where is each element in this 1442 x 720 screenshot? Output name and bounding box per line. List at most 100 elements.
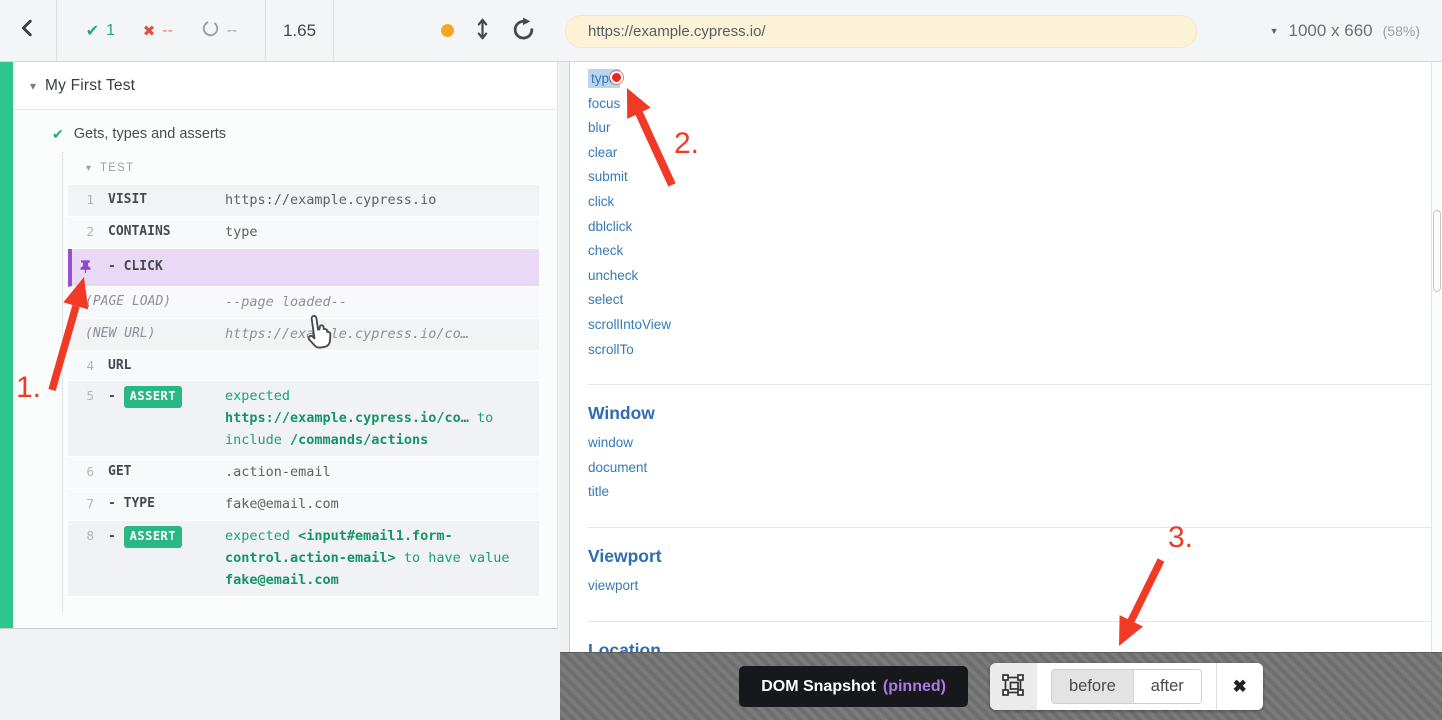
command-row[interactable]: 7 - TYPE fake@email.com: [68, 489, 539, 521]
command-number: 6: [78, 462, 94, 481]
viewport-size-selector[interactable]: ▼ 1000 x 660 (58%): [1270, 0, 1420, 61]
aut-link-text: submit: [588, 169, 628, 184]
command-method: - TYPE: [108, 494, 225, 513]
aut-link-text: select: [588, 292, 623, 307]
aut-link[interactable]: type: [588, 67, 1431, 92]
aut-link-text: title: [588, 484, 609, 499]
highlight-region-icon: [1001, 673, 1025, 700]
close-snapshot-button[interactable]: ✖: [1217, 663, 1263, 710]
aut-link-text: scrollIntoView: [588, 317, 671, 332]
aut-link[interactable]: submit: [588, 165, 1431, 190]
aut-link-text: viewport: [588, 578, 638, 593]
command-number: 7: [78, 494, 94, 513]
panel-divider[interactable]: [560, 62, 570, 720]
before-button[interactable]: before: [1052, 670, 1133, 703]
command-row[interactable]: 1 VISIT https://example.cypress.io: [68, 185, 539, 217]
reload-button[interactable]: [511, 17, 536, 45]
x-icon: ✖: [143, 22, 156, 40]
back-button[interactable]: [0, 0, 57, 61]
command-number: 4: [78, 356, 94, 375]
command-method: - ASSERT: [108, 526, 225, 548]
aut-link[interactable]: dblclick: [588, 215, 1431, 240]
snapshot-toggle-group: before after ✖: [990, 663, 1263, 710]
command-log: 1 VISIT https://example.cypress.io 2 CON…: [68, 185, 539, 597]
stat-failed: ✖ --: [143, 22, 173, 40]
aut-link[interactable]: window: [588, 431, 1431, 456]
assert-badge: ASSERT: [124, 386, 182, 408]
aut-link[interactable]: viewport: [588, 574, 1431, 599]
suite-body: ✔ Gets, types and asserts ▾ TEST 1 VISIT…: [13, 110, 557, 629]
command-method: (NEW URL): [85, 324, 225, 343]
url-bar[interactable]: https://example.cypress.io/: [565, 15, 1197, 48]
reporter-panel: ▾ My First Test ✔ Gets, types and assert…: [0, 62, 560, 720]
caret-down-icon: ▾: [86, 163, 91, 174]
command-row[interactable]: 2 CONTAINS type: [68, 217, 539, 249]
command-message: .action-email: [225, 461, 531, 483]
command-method: (PAGE LOAD): [85, 292, 225, 311]
aut-link-text: scrollTo: [588, 342, 634, 357]
dropdown-caret-icon: ▼: [1270, 26, 1279, 36]
command-row[interactable]: 6 GET .action-email: [68, 457, 539, 489]
aut-link-text: dblclick: [588, 219, 632, 234]
scrollbar-thumb[interactable]: [1433, 210, 1441, 292]
aut-link[interactable]: click: [588, 190, 1431, 215]
section-label: TEST: [100, 162, 134, 174]
suite-header[interactable]: ▾ My First Test: [13, 62, 557, 110]
command-row[interactable]: (NEW URL) https://example.cypress.io/co…: [68, 319, 539, 351]
aut-link[interactable]: clear: [588, 141, 1431, 166]
aut-link-list: viewport: [588, 574, 1431, 599]
refresh-icon: [511, 17, 536, 45]
command-row[interactable]: (PAGE LOAD) --page loaded--: [68, 287, 539, 319]
aut-link[interactable]: focus: [588, 92, 1431, 117]
aut-link-text: check: [588, 243, 623, 258]
after-button[interactable]: after: [1133, 670, 1201, 703]
runner-toolbar: ✔ 1 ✖ -- -- 1.65 https://example.cypres: [0, 0, 1442, 62]
command-message: https://example.cypress.io: [225, 189, 531, 211]
aut-link[interactable]: uncheck: [588, 264, 1431, 289]
suite-card: ▾ My First Test ✔ Gets, types and assert…: [0, 62, 558, 629]
snapshot-title: DOM Snapshot: [761, 678, 876, 696]
aut-link[interactable]: scrollTo: [588, 338, 1431, 363]
snapshot-message: DOM Snapshot (pinned): [739, 666, 968, 707]
test-row[interactable]: ✔ Gets, types and asserts: [13, 123, 557, 145]
aut-link[interactable]: blur: [588, 116, 1431, 141]
command-row[interactable]: 4 URL: [68, 351, 539, 381]
resize-viewport-button[interactable]: [474, 17, 491, 44]
assert-badge: ASSERT: [124, 526, 182, 548]
command-number: 2: [78, 222, 94, 241]
up-down-arrow-icon: [474, 17, 491, 44]
test-stats: ✔ 1 ✖ -- --: [58, 0, 265, 61]
viewport-scale: (58%): [1383, 23, 1420, 39]
command-method: - ASSERT: [108, 386, 225, 408]
command-message: expected https://example.cypress.io/co… …: [225, 385, 531, 451]
command-number: 5: [78, 386, 94, 405]
toggle-highlights-button[interactable]: [990, 663, 1037, 710]
aut-section-heading: Viewport: [588, 546, 1431, 567]
aut-link-text: uncheck: [588, 268, 638, 283]
aut-link-list: window document title: [588, 431, 1431, 505]
suite-status-strip: [0, 62, 13, 628]
status-dot-icon: [441, 24, 454, 37]
chevron-left-icon: [17, 17, 39, 44]
command-row[interactable]: 5 - ASSERT expected https://example.cypr…: [68, 381, 539, 457]
aut-link-text: blur: [588, 120, 611, 135]
aut-link[interactable]: scrollIntoView: [588, 313, 1431, 338]
test-section-toggle[interactable]: ▾ TEST: [13, 160, 557, 176]
command-message: https://example.cypress.io/co…: [225, 323, 531, 345]
command-method: GET: [108, 462, 225, 481]
command-method: VISIT: [108, 190, 225, 209]
snapshot-state-toggle: before after: [1051, 669, 1202, 704]
timeline-line: [62, 152, 63, 612]
snapshot-controls-bar: DOM Snapshot (pinned) before after ✖: [560, 652, 1442, 720]
aut-section: Viewport viewport: [588, 527, 1431, 599]
aut-link[interactable]: check: [588, 239, 1431, 264]
test-passed-icon: ✔: [52, 126, 64, 143]
aut-link[interactable]: document: [588, 456, 1431, 481]
aut-link[interactable]: title: [588, 480, 1431, 505]
command-row[interactable]: 8 - ASSERT expected <input#email1.form-c…: [68, 521, 539, 597]
stat-pending: --: [201, 19, 238, 43]
aut-link[interactable]: select: [588, 288, 1431, 313]
command-row[interactable]: - CLICK: [68, 249, 539, 287]
aut-section: type focus blur clear submit click dblcl…: [588, 67, 1431, 362]
scrollbar-track[interactable]: [1431, 62, 1442, 720]
